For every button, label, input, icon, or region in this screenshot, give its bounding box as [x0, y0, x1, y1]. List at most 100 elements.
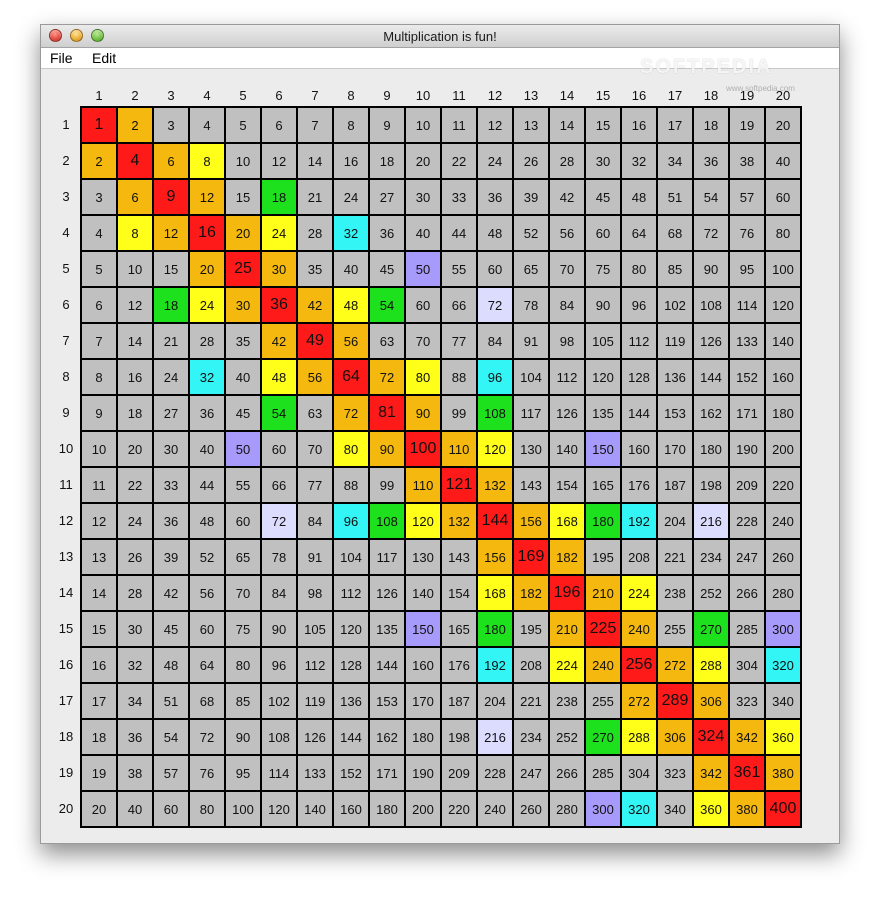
product-cell[interactable]: 39: [513, 179, 549, 215]
product-cell[interactable]: 80: [765, 215, 801, 251]
product-cell[interactable]: 252: [549, 719, 585, 755]
title-bar[interactable]: Multiplication is fun!: [41, 25, 839, 48]
product-cell[interactable]: 4: [81, 215, 117, 251]
product-cell[interactable]: 100: [225, 791, 261, 827]
product-cell[interactable]: 48: [333, 287, 369, 323]
product-cell[interactable]: 156: [513, 503, 549, 539]
product-cell[interactable]: 9: [153, 179, 189, 215]
product-cell[interactable]: 28: [549, 143, 585, 179]
product-cell[interactable]: 240: [621, 611, 657, 647]
product-cell[interactable]: 30: [405, 179, 441, 215]
product-cell[interactable]: 120: [477, 431, 513, 467]
product-cell[interactable]: 12: [153, 215, 189, 251]
product-cell[interactable]: 400: [765, 791, 801, 827]
product-cell[interactable]: 10: [225, 143, 261, 179]
product-cell[interactable]: 380: [765, 755, 801, 791]
product-cell[interactable]: 220: [441, 791, 477, 827]
product-cell[interactable]: 24: [477, 143, 513, 179]
product-cell[interactable]: 6: [261, 107, 297, 143]
product-cell[interactable]: 48: [621, 179, 657, 215]
product-cell[interactable]: 169: [513, 539, 549, 575]
product-cell[interactable]: 36: [477, 179, 513, 215]
product-cell[interactable]: 300: [585, 791, 621, 827]
product-cell[interactable]: 17: [657, 107, 693, 143]
product-cell[interactable]: 135: [585, 395, 621, 431]
product-cell[interactable]: 162: [693, 395, 729, 431]
product-cell[interactable]: 220: [765, 467, 801, 503]
product-cell[interactable]: 216: [693, 503, 729, 539]
product-cell[interactable]: 16: [333, 143, 369, 179]
product-cell[interactable]: 210: [585, 575, 621, 611]
product-cell[interactable]: 342: [729, 719, 765, 755]
product-cell[interactable]: 32: [333, 215, 369, 251]
product-cell[interactable]: 180: [765, 395, 801, 431]
product-cell[interactable]: 380: [729, 791, 765, 827]
product-cell[interactable]: 180: [477, 611, 513, 647]
product-cell[interactable]: 110: [441, 431, 477, 467]
product-cell[interactable]: 60: [585, 215, 621, 251]
product-cell[interactable]: 140: [549, 431, 585, 467]
product-cell[interactable]: 19: [729, 107, 765, 143]
product-cell[interactable]: 14: [549, 107, 585, 143]
product-cell[interactable]: 144: [369, 647, 405, 683]
product-cell[interactable]: 15: [225, 179, 261, 215]
product-cell[interactable]: 99: [369, 467, 405, 503]
product-cell[interactable]: 70: [297, 431, 333, 467]
product-cell[interactable]: 120: [261, 791, 297, 827]
product-cell[interactable]: 76: [189, 755, 225, 791]
product-cell[interactable]: 30: [585, 143, 621, 179]
product-cell[interactable]: 260: [765, 539, 801, 575]
product-cell[interactable]: 247: [513, 755, 549, 791]
product-cell[interactable]: 14: [297, 143, 333, 179]
product-cell[interactable]: 98: [549, 323, 585, 359]
product-cell[interactable]: 30: [225, 287, 261, 323]
product-cell[interactable]: 182: [549, 539, 585, 575]
product-cell[interactable]: 32: [621, 143, 657, 179]
product-cell[interactable]: 99: [441, 395, 477, 431]
product-cell[interactable]: 120: [765, 287, 801, 323]
product-cell[interactable]: 2: [81, 143, 117, 179]
product-cell[interactable]: 128: [333, 647, 369, 683]
product-cell[interactable]: 143: [513, 467, 549, 503]
product-cell[interactable]: 64: [333, 359, 369, 395]
product-cell[interactable]: 54: [153, 719, 189, 755]
product-cell[interactable]: 35: [297, 251, 333, 287]
product-cell[interactable]: 5: [225, 107, 261, 143]
product-cell[interactable]: 133: [729, 323, 765, 359]
product-cell[interactable]: 42: [261, 323, 297, 359]
product-cell[interactable]: 4: [189, 107, 225, 143]
product-cell[interactable]: 42: [153, 575, 189, 611]
product-cell[interactable]: 8: [81, 359, 117, 395]
product-cell[interactable]: 180: [693, 431, 729, 467]
product-cell[interactable]: 255: [585, 683, 621, 719]
product-cell[interactable]: 84: [549, 287, 585, 323]
product-cell[interactable]: 64: [621, 215, 657, 251]
product-cell[interactable]: 34: [657, 143, 693, 179]
product-cell[interactable]: 96: [621, 287, 657, 323]
product-cell[interactable]: 198: [441, 719, 477, 755]
product-cell[interactable]: 60: [477, 251, 513, 287]
product-cell[interactable]: 72: [261, 503, 297, 539]
product-cell[interactable]: 18: [81, 719, 117, 755]
product-cell[interactable]: 68: [189, 683, 225, 719]
product-cell[interactable]: 140: [765, 323, 801, 359]
product-cell[interactable]: 42: [549, 179, 585, 215]
product-cell[interactable]: 234: [513, 719, 549, 755]
product-cell[interactable]: 285: [585, 755, 621, 791]
product-cell[interactable]: 306: [657, 719, 693, 755]
product-cell[interactable]: 117: [513, 395, 549, 431]
product-cell[interactable]: 57: [153, 755, 189, 791]
product-cell[interactable]: 3: [153, 107, 189, 143]
product-cell[interactable]: 28: [189, 323, 225, 359]
product-cell[interactable]: 90: [585, 287, 621, 323]
product-cell[interactable]: 195: [513, 611, 549, 647]
product-cell[interactable]: 126: [369, 575, 405, 611]
product-cell[interactable]: 180: [369, 791, 405, 827]
product-cell[interactable]: 209: [441, 755, 477, 791]
product-cell[interactable]: 68: [657, 215, 693, 251]
product-cell[interactable]: 247: [729, 539, 765, 575]
product-cell[interactable]: 35: [225, 323, 261, 359]
product-cell[interactable]: 66: [441, 287, 477, 323]
product-cell[interactable]: 160: [405, 647, 441, 683]
product-cell[interactable]: 88: [333, 467, 369, 503]
